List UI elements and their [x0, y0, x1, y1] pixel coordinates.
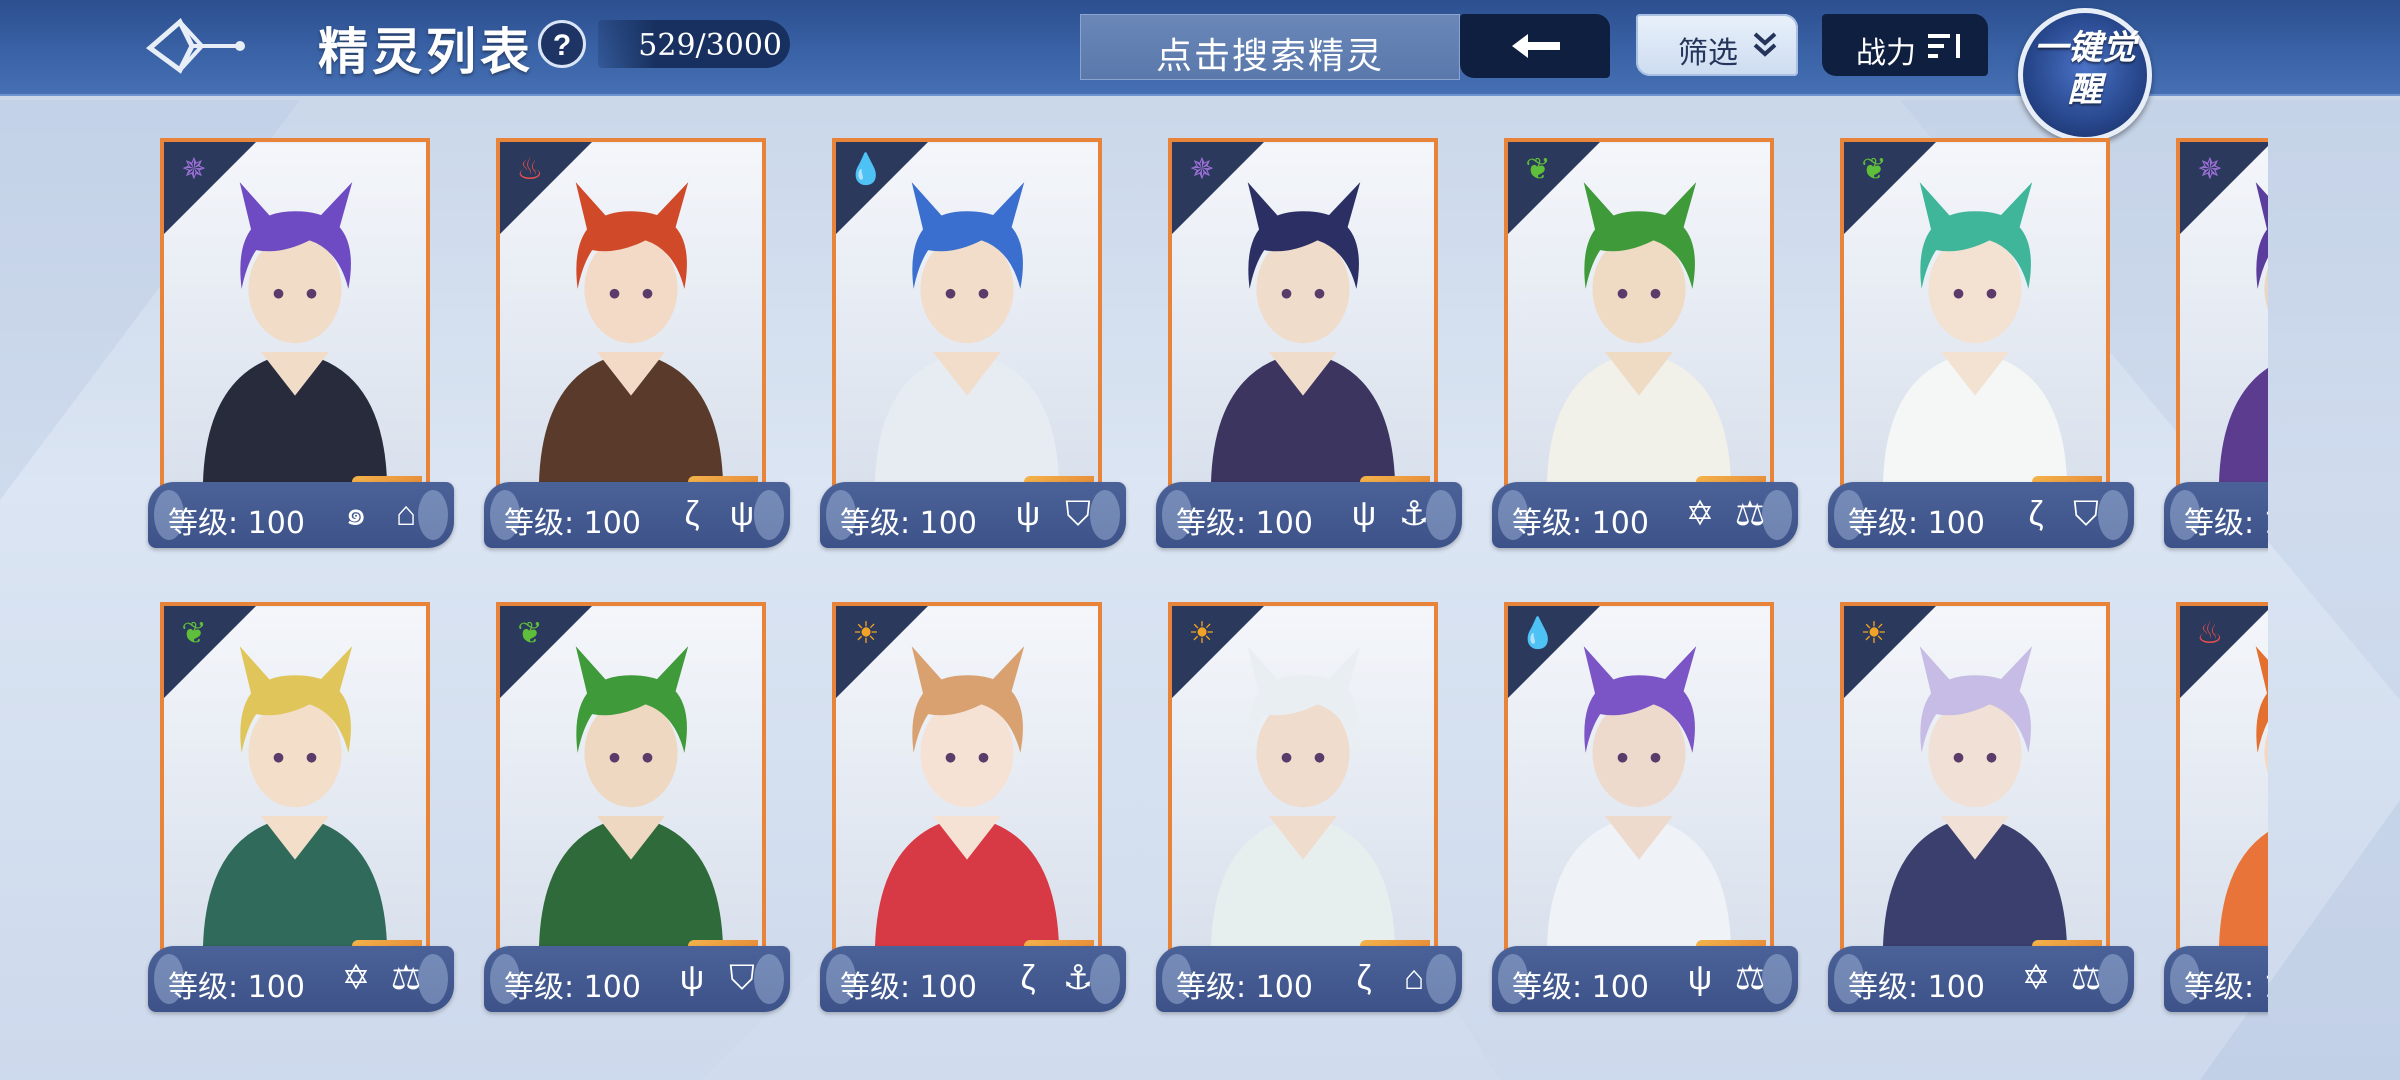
dragon-icon: ζ	[1356, 959, 1372, 997]
spirit-level: 等级: 100	[1512, 506, 1649, 541]
spirit-card[interactable]: ✵ 等级: 100 ψ ⚓	[1156, 138, 1462, 558]
water-drop-icon: 💧	[847, 153, 885, 186]
demon-wing-icon: ✵	[1189, 153, 1215, 186]
spirit-info-bar: 等级: 1	[2164, 946, 2268, 1012]
spirit-portrait-frame: 💧	[832, 138, 1102, 498]
spirit-info-bar: 等级: 100 ζ ⚓	[820, 946, 1126, 1012]
demon-wing-icon: ✵	[2197, 153, 2223, 186]
spirit-portrait-frame: 💧	[1504, 602, 1774, 962]
book-icon: ⌂	[1403, 959, 1425, 997]
leaf-icon: ❦	[517, 617, 543, 650]
spirit-info-bar: 等级: 100 ζ ⌂	[1156, 946, 1462, 1012]
spirit-level: 等级: 1	[2184, 970, 2268, 1005]
spirit-portrait-frame: ❦	[1840, 138, 2110, 498]
flame-icon: ♨	[516, 153, 544, 186]
spirit-info-bar: 等级: 100 ζ ψ	[484, 482, 790, 548]
spirit-level: 等级: 100	[840, 506, 977, 541]
spirit-portrait-frame: ☀	[832, 602, 1102, 962]
spirit-card[interactable]: ❦ 等级: 100 ζ ⛉	[1828, 138, 2134, 558]
sun-icon: ☀	[1188, 617, 1216, 650]
leaf-icon: ❦	[181, 617, 207, 650]
claw-icon: ψ	[679, 959, 705, 997]
spirit-card[interactable]: ♨ 等级: 1	[2164, 602, 2268, 1022]
claw-icon: ψ	[729, 495, 755, 533]
spirit-info-bar: 等级: 100 ✡ ⚖	[148, 946, 454, 1012]
star-icon: ✡	[1685, 495, 1715, 533]
spirit-portrait-frame: ☀	[1168, 602, 1438, 962]
spirit-info-bar: 等级: 1	[2164, 482, 2268, 548]
spirit-portrait-frame: ✵	[1168, 138, 1438, 498]
spirit-info-bar: 等级: 100 ζ ⛉	[1828, 482, 2134, 548]
spirit-level: 等级: 100	[168, 506, 305, 541]
spirit-level: 等级: 100	[168, 970, 305, 1005]
spirit-card[interactable]: ❦ 等级: 100 ✡ ⚖	[148, 602, 454, 1022]
spirit-card[interactable]: ♨ 等级: 100 ζ ψ	[484, 138, 790, 558]
scale-icon: ⚖	[390, 959, 422, 997]
spirit-level: 等级: 100	[1176, 970, 1313, 1005]
spirit-info-bar: 等级: 100 ψ ⚓	[1156, 482, 1462, 548]
claw-icon: ψ	[1015, 495, 1041, 533]
leaf-icon: ❦	[1861, 153, 1887, 186]
spirit-card[interactable]: 💧 等级: 100 ψ ⚖	[1492, 602, 1798, 1022]
spirit-level: 等级: 100	[1848, 506, 1985, 541]
shield-icon: ⛉	[2073, 495, 2099, 533]
spirit-portrait-frame: ❦	[1504, 138, 1774, 498]
dragon-icon: ζ	[2028, 495, 2044, 533]
dragon-icon: ζ	[1020, 959, 1036, 997]
spirit-info-bar: 等级: 100 ψ ⛉	[484, 946, 790, 1012]
spirit-card[interactable]: ☀ 等级: 100 ζ ⚓	[820, 602, 1126, 1022]
claw-icon: ψ	[1687, 959, 1713, 997]
spirit-level: 等级: 100	[504, 506, 641, 541]
spirit-portrait-frame: ♨	[2176, 602, 2268, 962]
shield-icon: ⛉	[729, 959, 755, 997]
spirit-portrait-frame: ♨	[496, 138, 766, 498]
sun-icon: ☀	[852, 617, 880, 650]
spirit-level: 等级: 100	[840, 970, 977, 1005]
spirit-card[interactable]: ✵ 等级: 100 ๑ ⌂	[148, 138, 454, 558]
anchor-icon: ⚓	[1062, 959, 1094, 997]
spirit-info-bar: 等级: 100 ๑ ⌂	[148, 482, 454, 548]
spirit-info-bar: 等级: 100 ✡ ⚖	[1828, 946, 2134, 1012]
spirit-info-bar: 等级: 100 ✡ ⚖	[1492, 482, 1798, 548]
spirit-card[interactable]: ☀ 等级: 100 ✡ ⚖	[1828, 602, 2134, 1022]
spirit-grid: ✵ 等级: 100 ๑ ⌂ ♨ 等级: 100 ζ ψ 💧 等级: 100 ψ ⛉ ✵ 等级: 100 ψ ⚓…	[0, 0, 2268, 1080]
scale-icon: ⚖	[2070, 959, 2102, 997]
spirit-info-bar: 等级: 100 ψ ⚖	[1492, 946, 1798, 1012]
spirit-portrait-frame: ☀	[1840, 602, 2110, 962]
spirit-info-bar: 等级: 100 ψ ⛉	[820, 482, 1126, 548]
spirit-card[interactable]: ☀ 等级: 100 ζ ⌂	[1156, 602, 1462, 1022]
star-icon: ✡	[2021, 959, 2051, 997]
dragon-icon: ζ	[684, 495, 700, 533]
claw-icon: ψ	[1351, 495, 1377, 533]
spirit-portrait-frame: ✵	[2176, 138, 2268, 498]
flame-icon: ♨	[2196, 617, 2224, 650]
spirit-card[interactable]: ❦ 等级: 100 ✡ ⚖	[1492, 138, 1798, 558]
spirit-card[interactable]: 💧 等级: 100 ψ ⛉	[820, 138, 1126, 558]
spirit-portrait-frame: ✵	[160, 138, 430, 498]
scale-icon: ⚖	[1734, 959, 1766, 997]
leaf-icon: ❦	[1525, 153, 1551, 186]
spirit-portrait-frame: ❦	[160, 602, 430, 962]
spirit-card[interactable]: ✵ 等级: 1	[2164, 138, 2268, 558]
star-icon: ✡	[341, 959, 371, 997]
spirit-level: 等级: 100	[1176, 506, 1313, 541]
swirl-icon: ๑	[345, 495, 367, 533]
book-icon: ⌂	[395, 495, 417, 533]
scale-icon: ⚖	[1734, 495, 1766, 533]
spirit-level: 等级: 100	[504, 970, 641, 1005]
anchor-icon: ⚓	[1398, 495, 1430, 533]
demon-wing-icon: ✵	[181, 153, 207, 186]
shield-icon: ⛉	[1065, 495, 1091, 533]
spirit-portrait-frame: ❦	[496, 602, 766, 962]
water-drop-icon: 💧	[1519, 617, 1557, 650]
spirit-level: 等级: 100	[1848, 970, 1985, 1005]
spirit-card[interactable]: ❦ 等级: 100 ψ ⛉	[484, 602, 790, 1022]
spirit-level: 等级: 100	[1512, 970, 1649, 1005]
sun-icon: ☀	[1860, 617, 1888, 650]
spirit-level: 等级: 1	[2184, 506, 2268, 541]
